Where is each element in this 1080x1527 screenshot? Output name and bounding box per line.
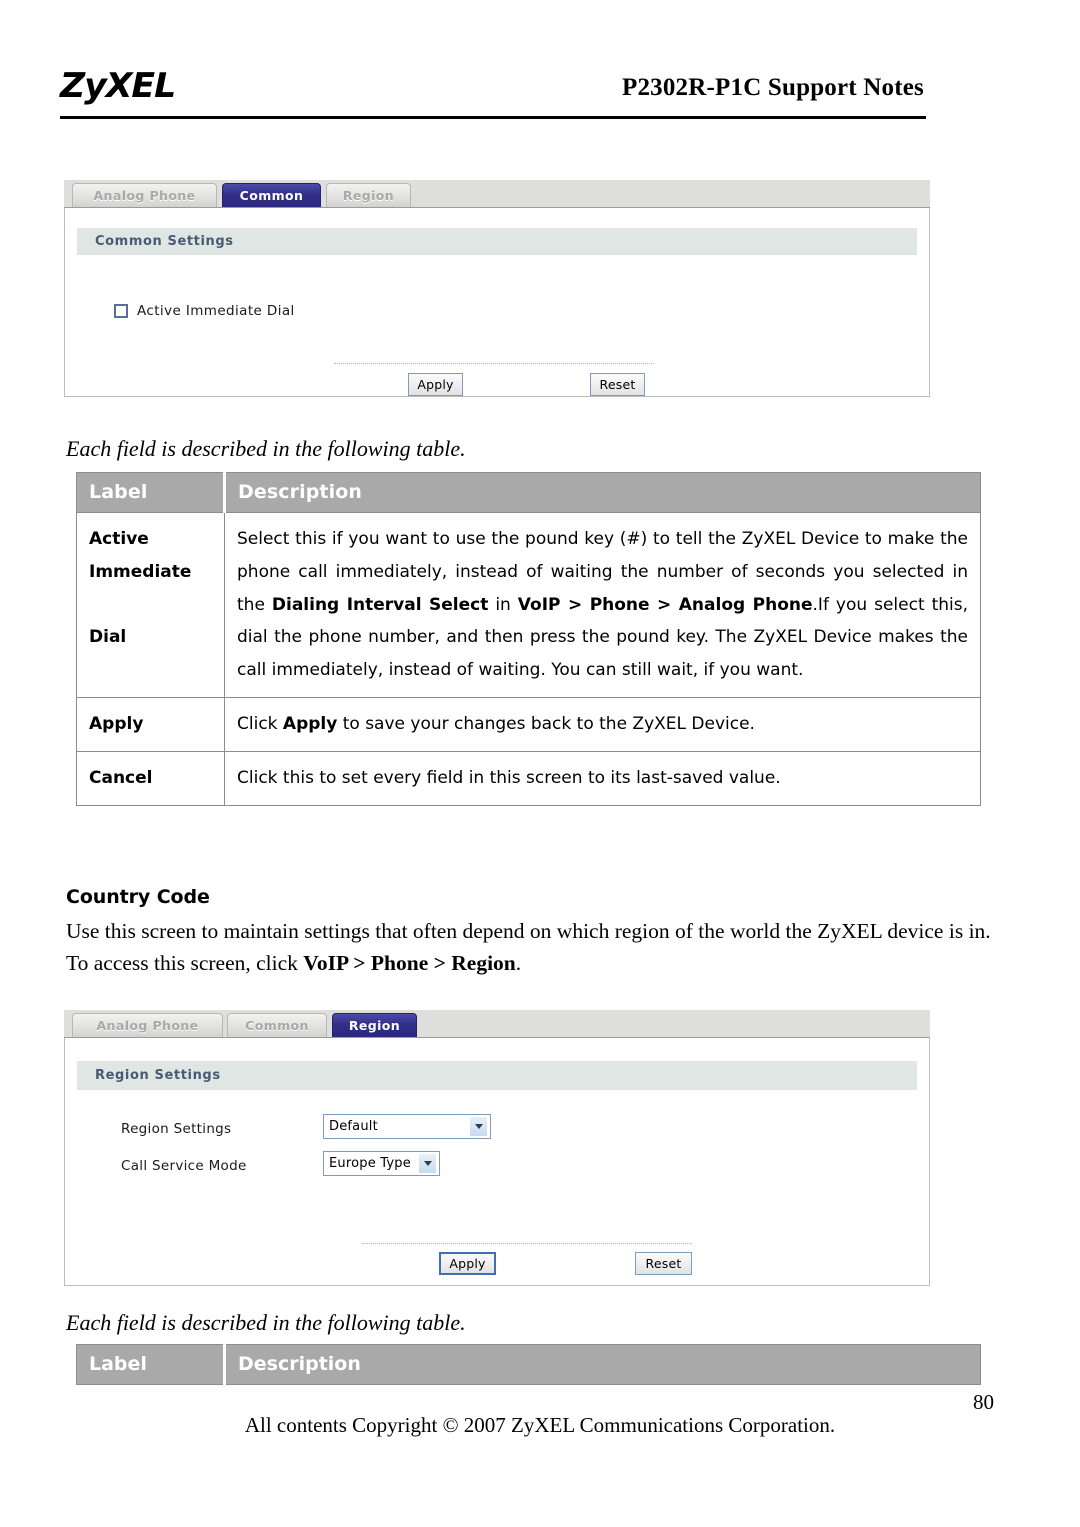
tab-label: Region xyxy=(342,188,395,203)
table-header-row: Label Description xyxy=(76,1344,981,1385)
call-service-mode-field-label: Call Service Mode xyxy=(121,1158,247,1174)
region-panel-body: Region Settings Region Settings Default … xyxy=(64,1038,930,1286)
apply-button[interactable]: Apply xyxy=(439,1252,496,1275)
page-title: P2302R-P1C Support Notes xyxy=(621,74,924,101)
page-number: 80 xyxy=(973,1390,994,1414)
region-settings-section-header: Region Settings xyxy=(77,1061,917,1090)
chevron-down-icon[interactable] xyxy=(469,1116,488,1137)
tab-common[interactable]: Common xyxy=(227,1013,327,1037)
active-immediate-dial-row[interactable]: Active Immediate Dial xyxy=(114,303,295,319)
column-header-label: Label xyxy=(76,472,225,513)
table-row: Apply Click Apply to save your changes b… xyxy=(76,696,981,752)
apply-button-label: Apply xyxy=(449,1256,486,1271)
menu-path: VoIP > Phone > Region xyxy=(303,951,516,975)
region-settings-selected-value: Default xyxy=(329,1119,378,1134)
tab-analog-phone[interactable]: Analog Phone xyxy=(72,1013,223,1037)
field-description-table-1: Label Description Active Immediate Dial … xyxy=(76,472,981,806)
country-code-paragraph-line-1: Use this screen to maintain settings tha… xyxy=(66,919,991,943)
reset-button[interactable]: Reset xyxy=(590,373,645,396)
label-line: Dial xyxy=(89,627,127,648)
reset-button-label: Reset xyxy=(645,1256,682,1271)
row-label-apply: Apply xyxy=(76,696,225,752)
tab-region[interactable]: Region xyxy=(326,183,411,207)
paragraph-prefix: To access this screen, click xyxy=(66,951,304,975)
header-divider xyxy=(60,116,926,119)
table-row: Active Immediate Dial Select this if you… xyxy=(76,512,981,698)
common-settings-screenshot: Analog Phone Common Region Common Settin… xyxy=(64,180,930,397)
zyxel-logo: ZyXEL xyxy=(60,66,176,106)
tab-label: Region xyxy=(348,1018,401,1033)
table-row: Cancel Click this to set every field in … xyxy=(76,750,981,806)
row-description-active-immediate-dial: Select this if you want to use the pound… xyxy=(224,512,981,698)
column-header-description: Description xyxy=(223,472,981,513)
footer-copyright: All contents Copyright © 2007 ZyXEL Comm… xyxy=(244,1413,836,1437)
table-header-row: Label Description xyxy=(76,472,981,513)
paragraph-suffix: . xyxy=(515,951,522,975)
region-settings-screenshot: Analog Phone Common Region Region Settin… xyxy=(64,1010,930,1286)
chevron-down-icon[interactable] xyxy=(418,1153,437,1174)
page-header: ZyXEL P2302R-P1C Support Notes xyxy=(60,62,926,119)
row-label-active-immediate-dial: Active Immediate Dial xyxy=(76,512,225,698)
label-line: Immediate xyxy=(89,561,192,582)
tab-analog-phone[interactable]: Analog Phone xyxy=(72,183,217,207)
tab-label: Analog Phone xyxy=(93,188,196,203)
column-header-label: Label xyxy=(76,1344,225,1385)
row-description-cancel: Click this to set every field in this sc… xyxy=(224,750,981,806)
country-code-paragraph-line-2: To access this screen, click VoIP > Phon… xyxy=(66,951,521,976)
row-label-cancel: Cancel xyxy=(76,750,225,806)
region-settings-field-label: Region Settings xyxy=(121,1121,232,1137)
section-title: Common Settings xyxy=(95,234,234,249)
row-description-apply: Click Apply to save your changes back to… xyxy=(224,696,981,752)
active-immediate-dial-checkbox[interactable] xyxy=(114,304,128,318)
tab-strip-region: Analog Phone Common Region xyxy=(64,1010,930,1038)
reset-button[interactable]: Reset xyxy=(635,1252,692,1275)
column-header-description: Description xyxy=(223,1344,981,1385)
tab-label: Common xyxy=(245,1018,309,1033)
tab-region[interactable]: Region xyxy=(332,1013,417,1037)
apply-button[interactable]: Apply xyxy=(408,373,463,396)
field-description-table-2: Label Description xyxy=(76,1344,981,1385)
call-service-mode-select[interactable]: Europe Type xyxy=(323,1151,440,1176)
tab-label: Analog Phone xyxy=(96,1018,199,1033)
country-code-heading: Country Code xyxy=(66,886,210,908)
apply-button-label: Apply xyxy=(417,377,454,392)
label-line: Active xyxy=(89,529,149,549)
intro-text-1: Each field is described in the following… xyxy=(66,436,466,461)
common-settings-section-header: Common Settings xyxy=(77,228,917,255)
call-service-mode-selected-value: Europe Type xyxy=(329,1156,411,1171)
active-immediate-dial-label: Active Immediate Dial xyxy=(137,303,295,319)
tab-common[interactable]: Common xyxy=(222,183,321,207)
intro-text-2: Each field is described in the following… xyxy=(66,1310,466,1335)
tab-label: Common xyxy=(239,188,304,203)
reset-button-label: Reset xyxy=(599,377,636,392)
region-settings-select[interactable]: Default xyxy=(323,1114,491,1139)
button-separator xyxy=(362,1243,692,1244)
tab-strip-common: Analog Phone Common Region xyxy=(64,180,930,208)
button-separator xyxy=(334,363,654,364)
common-panel-body: Common Settings Active Immediate Dial Ap… xyxy=(64,208,930,397)
section-title: Region Settings xyxy=(95,1068,221,1083)
